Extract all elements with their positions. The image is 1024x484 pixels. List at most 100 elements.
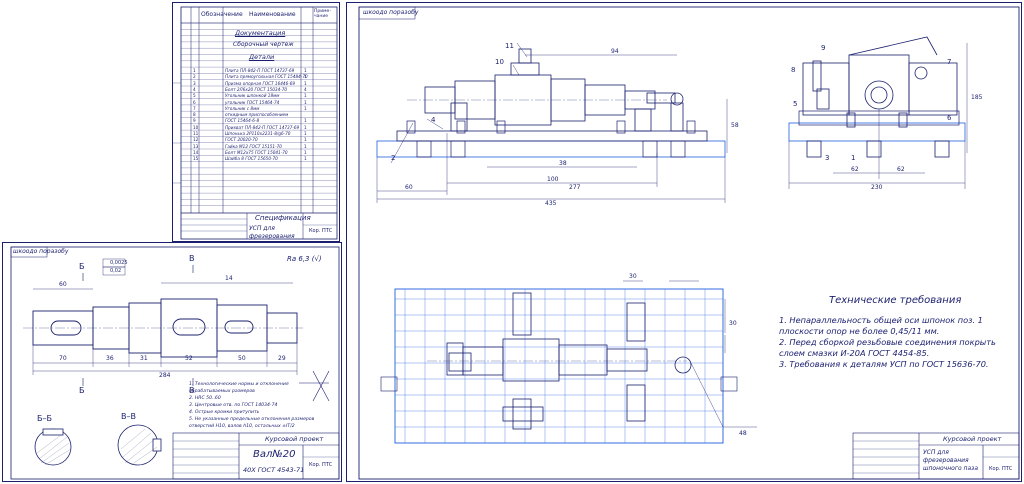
shaft-section-letter-b-top: Б bbox=[79, 262, 85, 271]
assembly-dim-60: 60 bbox=[405, 184, 413, 191]
spec-row-qty: 1 bbox=[304, 93, 307, 99]
shaft-label-section-v: В–В bbox=[121, 412, 136, 421]
tech-requirement-line: 1. Непараллельность общей оси шпонок поз… bbox=[779, 315, 983, 325]
shaft-tolerance-1: 0,0025 bbox=[110, 260, 128, 266]
spec-row-name: Болт 2Л6x20 ГОСТ 15034-70 bbox=[225, 86, 288, 92]
shaft-dim-50: 50 bbox=[238, 355, 246, 362]
callout-1: 1 bbox=[851, 154, 856, 162]
side-view bbox=[788, 36, 968, 189]
specification-sheet: Обозначение Наименование Приме-чание Док… bbox=[172, 2, 340, 255]
shaft-dim-60: 60 bbox=[59, 281, 67, 288]
spec-row-name: Гайка M12 ГОСТ 15151-70 bbox=[225, 143, 282, 149]
callout-7: 7 bbox=[947, 58, 952, 66]
plan-view bbox=[380, 280, 757, 444]
spec-row-pos: 15 bbox=[193, 156, 199, 162]
shaft-note-line: отверстий H10, валов h10, остальных ±IT/… bbox=[189, 424, 295, 429]
spec-row-pos: 3 bbox=[193, 80, 196, 86]
spec-section-docs: Документация bbox=[235, 29, 286, 37]
shaft-sheet-label: Кор. ПТС bbox=[309, 462, 333, 468]
spec-row-pos: 14 bbox=[193, 149, 199, 155]
callout-11: 11 bbox=[505, 42, 514, 50]
callout-8: 8 bbox=[791, 66, 796, 74]
spec-row-qty: 4 bbox=[304, 86, 307, 92]
spec-row-qty: 1 bbox=[304, 80, 307, 86]
shaft-roughness: Ra 6,3 (√) bbox=[287, 255, 322, 263]
shaft-note-line: обрабатываемых размеров bbox=[189, 389, 255, 394]
shaft-sheet-tag: шкоодо поразобу bbox=[13, 248, 69, 255]
spec-header-name: Наименование bbox=[249, 11, 296, 18]
assembly-dim-100: 100 bbox=[547, 176, 559, 183]
spec-row-pos: 13 bbox=[193, 143, 199, 149]
shaft-drawing-sheet: шкоодо поразобу Ra 6,3 (√) 0,0025 0,02 Б… bbox=[2, 242, 342, 482]
spec-row-pos: 9 bbox=[193, 118, 196, 124]
callout-10: 10 bbox=[495, 58, 504, 66]
spec-row-name: Болт M12x75 ГОСТ 15041-70 bbox=[225, 149, 288, 155]
assembly-dim-58: 58 bbox=[731, 122, 739, 129]
assembly-dim-30-b: 30 bbox=[729, 320, 737, 327]
shaft-note-line: 2. HRC 50..60 bbox=[189, 396, 221, 401]
tech-requirement-line: 2. Перед сборкой резьбовые соединения по… bbox=[779, 337, 996, 347]
spec-row-qty: 1 bbox=[304, 99, 307, 105]
assembly-sheet-label: Кор. ПТС bbox=[989, 466, 1013, 472]
spec-row-qty: 1 bbox=[304, 105, 307, 111]
shaft-note-line: 5. Не указанные предельные отклонения ра… bbox=[189, 417, 315, 422]
spec-row-name: Шайба 8 ГОСТ 15650-70 bbox=[225, 156, 278, 162]
callout-4: 4 bbox=[431, 116, 436, 124]
assembly-dim-62-left: 62 bbox=[851, 166, 859, 173]
shaft-label-section-b: Б–Б bbox=[37, 414, 52, 423]
tech-requirements-title: Технические требования bbox=[829, 295, 962, 306]
spec-row-qty: 1 bbox=[304, 124, 307, 130]
spec-row-name: ГОСТ 15464-6-8 bbox=[225, 118, 260, 124]
tech-requirement-line: слоем смазки И-20А ГОСТ 4454-85. bbox=[779, 348, 930, 358]
assembly-sheet-tag: шкоодо поразобу bbox=[363, 9, 419, 16]
spec-row-qty: 1 bbox=[304, 149, 307, 155]
spec-row-pos: 12 bbox=[193, 137, 199, 143]
spec-row-pos: 6 bbox=[193, 99, 196, 105]
assembly-dim-48: 48 bbox=[739, 430, 747, 437]
spec-row-name: угольник ГОСТ 15464-74 bbox=[225, 99, 280, 105]
tech-requirement-line: 3. Требования к деталям УСП по ГОСТ 1563… bbox=[779, 359, 989, 369]
shaft-dim-36: 36 bbox=[106, 355, 114, 362]
assembly-title-name: УСП для фрезерования шпоночного паза bbox=[923, 449, 979, 472]
spec-row-qty: 1 bbox=[304, 156, 307, 162]
spec-row-pos: 11 bbox=[193, 131, 199, 136]
tech-requirement-line: плоскости опор не более 0,45/11 мм. bbox=[779, 326, 940, 336]
shaft-section-letter-b-bottom: Б bbox=[79, 386, 85, 395]
spec-row-name: Угольник шпонкой 18мм bbox=[225, 93, 280, 99]
spec-row-pos: 4 bbox=[193, 86, 196, 92]
shaft-dim-29: 29 bbox=[278, 355, 286, 362]
callout-6: 6 bbox=[947, 114, 952, 122]
spec-row-qty: 1 bbox=[304, 118, 307, 124]
spec-row-name: Прихват ПЛ-842-П ГОСТ 14737-69 bbox=[225, 124, 300, 130]
spec-row-pos: 2 bbox=[193, 74, 196, 80]
shaft-dim-52: 52 bbox=[185, 355, 193, 362]
callout-2: 2 bbox=[391, 154, 396, 162]
shaft-material: 40Х ГОСТ 4543-71 bbox=[243, 466, 305, 474]
assembly-dim-30-a: 30 bbox=[629, 273, 637, 280]
spec-row-name: Плита прямоугольная ГОСТ 15484-70 bbox=[225, 74, 308, 80]
assembly-drawing-sheet: шкоодо поразобу 60 277 435 100 38 94 58 … bbox=[346, 2, 1022, 482]
shaft-note-line: 4. Острые кромки притупить bbox=[189, 410, 260, 415]
spec-row-name: откидным приспособлением bbox=[225, 112, 289, 118]
callout-5: 5 bbox=[793, 100, 798, 108]
assembly-dim-94: 94 bbox=[611, 48, 619, 55]
shaft-note-line: 1. Технологические нормы и отклонения bbox=[189, 382, 289, 387]
assembly-dim-185: 185 bbox=[971, 94, 983, 101]
shaft-dim-31: 31 bbox=[140, 355, 148, 362]
shaft-title-course: Курсовой проект bbox=[265, 435, 324, 443]
assembly-dim-230: 230 bbox=[871, 184, 883, 191]
spec-header-note: Приме-чание bbox=[314, 9, 331, 19]
shaft-dim-70: 70 bbox=[59, 355, 67, 362]
assembly-dim-435: 435 bbox=[545, 200, 557, 207]
spec-row-qty: 1 bbox=[304, 143, 307, 149]
assembly-dim-62-right: 62 bbox=[897, 166, 905, 173]
callout-3: 3 bbox=[825, 154, 830, 162]
spec-row-qty: 1 bbox=[304, 131, 307, 136]
shaft-section-letter-v-top: В bbox=[189, 254, 195, 263]
shaft-drawing bbox=[10, 246, 340, 480]
spec-row-pos: 1 bbox=[193, 68, 196, 73]
shaft-dim-total: 284 bbox=[159, 372, 171, 379]
spec-row-pos: 10 bbox=[193, 124, 199, 130]
spec-row-qty: 1 bbox=[304, 137, 307, 143]
assembly-drawing bbox=[358, 6, 1020, 480]
